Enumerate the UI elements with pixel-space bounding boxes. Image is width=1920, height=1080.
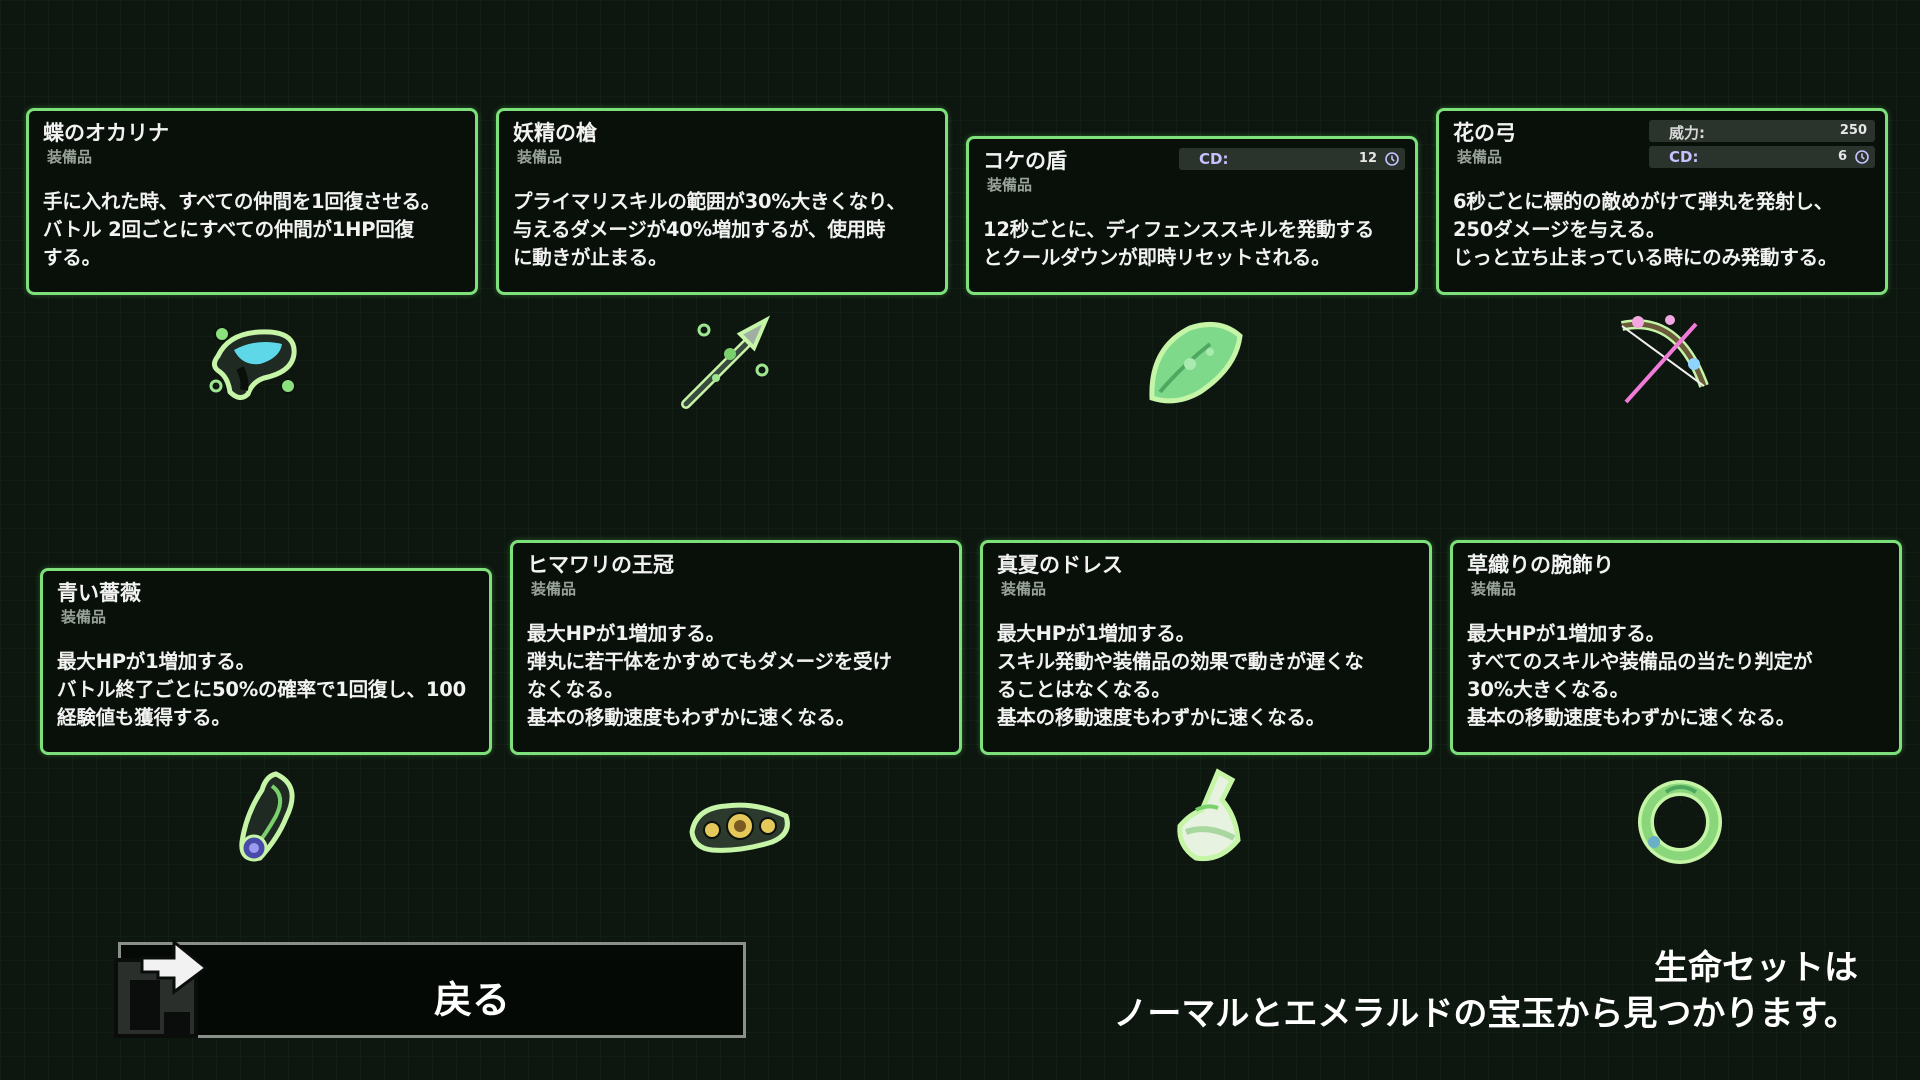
item-card-blue-rose[interactable]: 青い薔薇 装備品 最大HPが1増加する。 バトル終了ごとに50%の確率で1回復し… <box>40 568 492 755</box>
hint-line-2: ノーマルとエメラルドの宝玉から見つかります。 <box>1113 994 1858 1034</box>
item-card-flower-bow[interactable]: 花の弓 装備品 威力: 250 CD: 6 6秒ごとに標的の敵めがけて弾丸を発射… <box>1436 108 1888 295</box>
item-type: 装備品 <box>1001 580 1047 598</box>
item-card-sunflower-crown[interactable]: ヒマワリの王冠 装備品 最大HPが1増加する。 弾丸に若干体をかすめてもダメージ… <box>510 540 962 755</box>
item-description: 最大HPが1増加する。 弾丸に若干体をかすめてもダメージを受け なくなる。 基本… <box>527 622 892 729</box>
item-description: プライマリスキルの範囲が30%大きくなり、 与えるダメージが40%増加するが、使… <box>513 190 906 269</box>
grass-bracelet-icon[interactable] <box>1626 766 1736 876</box>
drop-source-hint: 生命セットは ノーマルとエメラルドの宝玉から見つかります。 <box>1113 945 1858 1037</box>
item-type: 装備品 <box>531 580 577 598</box>
item-name: ヒマワリの王冠 <box>527 553 674 577</box>
stat-value: 6 <box>1837 149 1847 164</box>
cooldown-stat: CD: 6 <box>1649 146 1875 168</box>
item-name: 草織りの腕飾り <box>1467 553 1614 577</box>
stat-label: 威力: <box>1669 124 1705 142</box>
fairy-spear-icon[interactable] <box>670 308 780 418</box>
item-card-moss-shield[interactable]: コケの盾 装備品 CD: 12 12秒ごとに、ディフェンススキルを発動する とク… <box>966 136 1418 295</box>
cooldown-stat: CD: 12 <box>1179 148 1405 170</box>
stat-value: 12 <box>1358 151 1377 166</box>
summer-dress-icon[interactable] <box>1156 766 1266 876</box>
item-description: 手に入れた時、すべての仲間を1回復させる。 バトル 2回ごとにすべての仲間が1H… <box>43 190 441 269</box>
back-button[interactable]: 戻る <box>118 942 746 1038</box>
item-card-grass-bracelet[interactable]: 草織りの腕飾り 装備品 最大HPが1増加する。 すべてのスキルや装備品の当たり判… <box>1450 540 1902 755</box>
item-type: 装備品 <box>61 608 107 626</box>
item-description: 12秒ごとに、ディフェンススキルを発動する とクールダウンが即時リセットされる。 <box>983 218 1375 269</box>
butterfly-ocarina-icon[interactable] <box>200 308 310 418</box>
item-name: 真夏のドレス <box>997 553 1123 577</box>
item-type: 装備品 <box>987 176 1033 194</box>
clock-icon <box>1385 152 1399 166</box>
item-type: 装備品 <box>47 148 93 166</box>
item-type: 装備品 <box>517 148 563 166</box>
back-arrow-icon[interactable] <box>112 932 212 1042</box>
clock-icon <box>1855 150 1869 164</box>
item-card-fairy-spear[interactable]: 妖精の槍 装備品 プライマリスキルの範囲が30%大きくなり、 与えるダメージが4… <box>496 108 948 295</box>
item-type: 装備品 <box>1471 580 1517 598</box>
sunflower-crown-icon[interactable] <box>686 770 796 880</box>
hint-line-1: 生命セットは <box>1654 948 1858 988</box>
power-stat: 威力: 250 <box>1649 120 1875 142</box>
stat-value: 250 <box>1839 123 1867 138</box>
flower-bow-icon[interactable] <box>1608 306 1718 416</box>
item-card-summer-dress[interactable]: 真夏のドレス 装備品 最大HPが1増加する。 スキル発動や装備品の効果で動きが遅… <box>980 540 1432 755</box>
item-card-butterfly-ocarina[interactable]: 蝶のオカリナ 装備品 手に入れた時、すべての仲間を1回復させる。 バトル 2回ご… <box>26 108 478 295</box>
item-description: 最大HPが1増加する。 すべてのスキルや装備品の当たり判定が 30%大きくなる。… <box>1467 622 1813 729</box>
back-button-label: 戻る <box>433 978 510 1022</box>
item-name: 妖精の槍 <box>513 121 597 145</box>
stat-label: CD: <box>1669 148 1699 166</box>
blue-rose-icon[interactable] <box>216 766 326 876</box>
item-name: 蝶のオカリナ <box>43 121 169 145</box>
moss-shield-icon[interactable] <box>1140 308 1250 418</box>
item-description: 最大HPが1増加する。 スキル発動や装備品の効果で動きが遅くな ることはなくなる… <box>997 622 1364 729</box>
item-description: 6秒ごとに標的の敵めがけて弾丸を発射し、 250ダメージを与える。 じっと立ち止… <box>1453 190 1838 269</box>
item-name: 青い薔薇 <box>57 581 141 605</box>
item-description: 最大HPが1増加する。 バトル終了ごとに50%の確率で1回復し、100 経験値も… <box>57 650 466 729</box>
stat-label: CD: <box>1199 150 1229 168</box>
